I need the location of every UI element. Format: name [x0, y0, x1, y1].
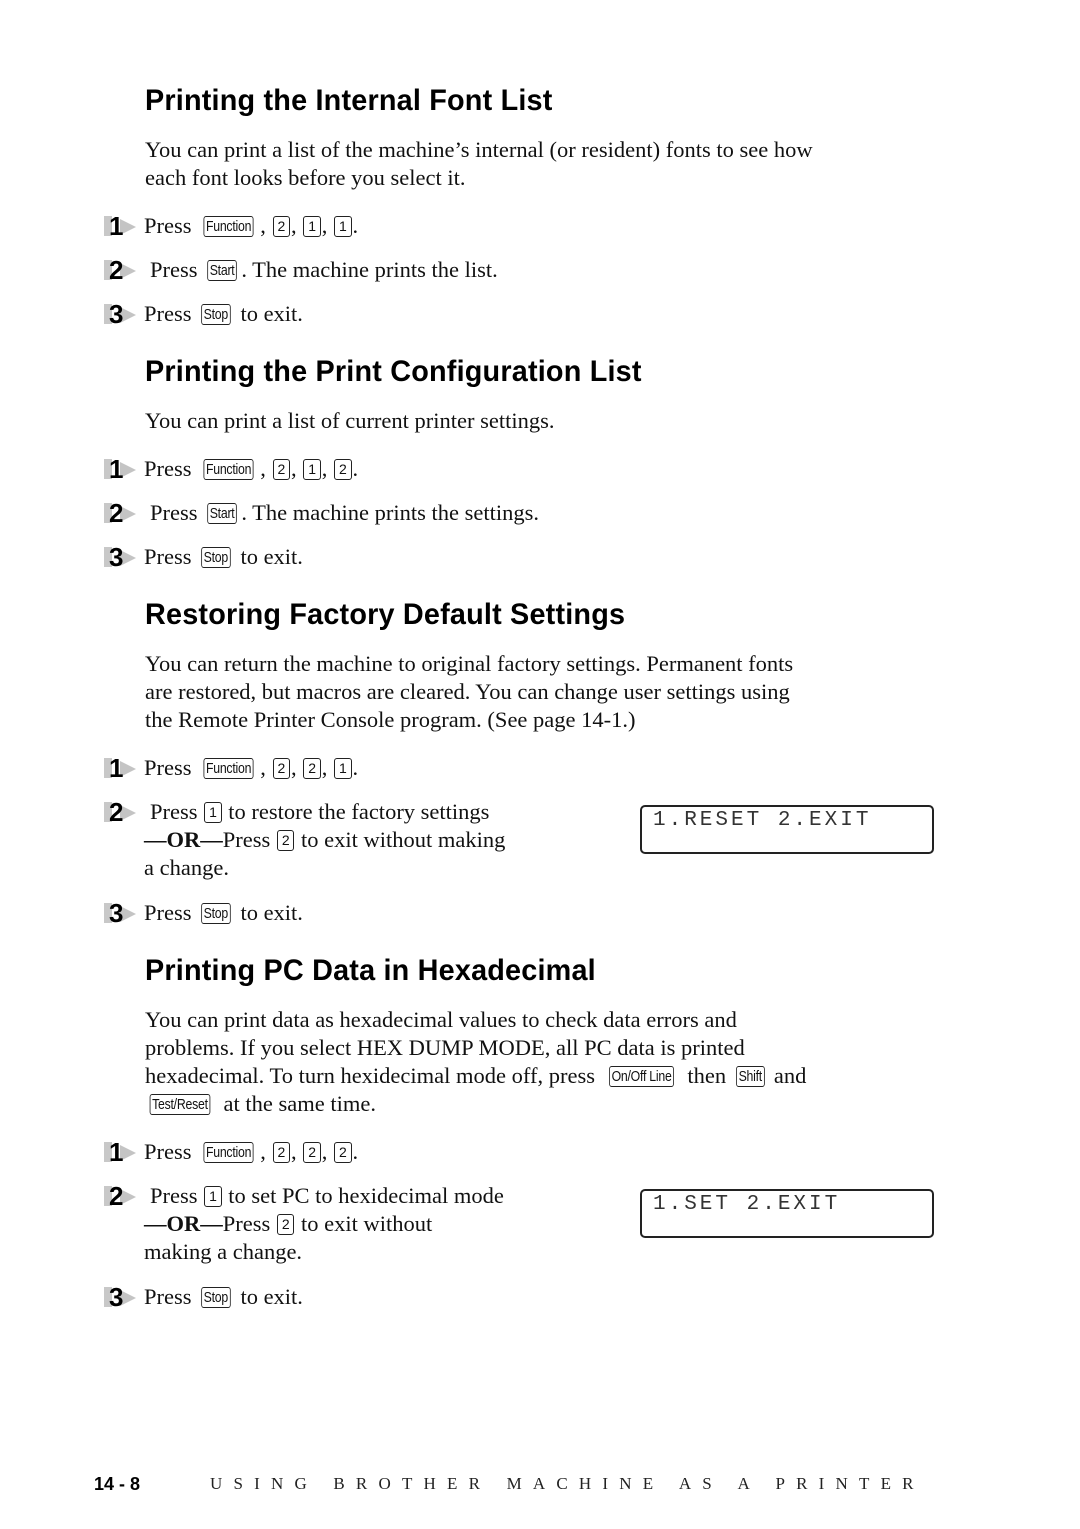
- step-marker-icon: 3: [104, 299, 140, 329]
- step-text: Press Stop to exit.: [144, 301, 303, 326]
- key-2: 2: [272, 758, 291, 779]
- key-function: Function: [203, 459, 254, 480]
- key-1: 1: [303, 216, 321, 237]
- step-2: 2 Press Start. The machine prints the se…: [104, 498, 944, 529]
- intro-line: each font looks before you select it.: [145, 165, 466, 190]
- heading-restoring-factory-defaults: Restoring Factory Default Settings: [145, 598, 626, 631]
- step-marker-icon: 3: [104, 542, 140, 572]
- key-2: 2: [272, 216, 291, 237]
- intro-line: You can print data as hexadecimal values…: [145, 1007, 737, 1032]
- step-text: Press Stop to exit.: [144, 544, 303, 569]
- key-2: 2: [276, 1214, 295, 1235]
- key-function: Function: [203, 758, 254, 779]
- step-text-line-2: —OR—Press 2 to exit without making: [144, 827, 506, 852]
- step-1: 1 Press Function, 2, 2, 1.: [104, 753, 944, 784]
- heading-print-configuration-list: Printing the Print Configuration List: [145, 355, 642, 388]
- or-separator: —OR—: [144, 1211, 223, 1236]
- key-1: 1: [204, 802, 222, 823]
- key-start: Start: [207, 260, 238, 281]
- step-marker-icon: 2: [104, 797, 140, 827]
- intro-line: You can print a list of current printer …: [145, 408, 555, 433]
- step-3: 3 Press Stop to exit.: [104, 299, 944, 330]
- intro-line: You can return the machine to original f…: [145, 651, 794, 676]
- lcd-text: 1.SET 2.EXIT: [653, 1193, 841, 1216]
- lcd-display: 1.SET 2.EXIT: [640, 1189, 934, 1238]
- key-test-reset: Test/Reset: [149, 1094, 211, 1115]
- intro-restoring-factory-defaults: You can return the machine to original f…: [145, 650, 945, 734]
- step-2: 2 Press Start. The machine prints the li…: [104, 255, 944, 286]
- key-2: 2: [303, 1142, 321, 1163]
- or-separator: —OR—: [144, 827, 223, 852]
- chapter-title: USING BROTHER MACHINE AS A PRINTER: [210, 1474, 925, 1493]
- key-1: 1: [303, 459, 321, 480]
- key-stop: Stop: [201, 903, 231, 924]
- key-stop: Stop: [201, 304, 231, 325]
- step-1: 1 Press Function, 2, 1, 1.: [104, 211, 944, 242]
- key-2: 2: [276, 830, 295, 851]
- key-1: 1: [334, 216, 352, 237]
- intro-line: problems. If you select HEX DUMP MODE, a…: [145, 1035, 745, 1060]
- step-marker-icon: 1: [104, 753, 140, 783]
- intro-line: the Remote Printer Console program. (See…: [145, 707, 636, 732]
- step-text-line-3: a change.: [144, 855, 229, 880]
- step-text-line-1: Press 1 to set PC to hexidecimal mode: [150, 1183, 504, 1208]
- step-marker-icon: 3: [104, 898, 140, 928]
- intro-line: hexadecimal. To turn hexidecimal mode of…: [145, 1063, 595, 1088]
- lcd-display: 1.RESET 2.EXIT: [640, 805, 934, 854]
- key-stop: Stop: [201, 1287, 231, 1308]
- step-marker-icon: 2: [104, 498, 140, 528]
- key-start: Start: [207, 503, 238, 524]
- step-text: Press Function, 2, 2, 1.: [144, 755, 359, 780]
- key-shift: Shift: [735, 1066, 765, 1087]
- intro-line: You can print a list of the machine’s in…: [145, 137, 813, 162]
- step-text: Press Start. The machine prints the list…: [150, 257, 498, 282]
- step-marker-icon: 1: [104, 211, 140, 241]
- manual-page: Printing the Internal Font List You can …: [0, 0, 1080, 1529]
- step-text: Press Function, 2, 1, 1.: [144, 213, 359, 238]
- step-marker-icon: 2: [104, 255, 140, 285]
- intro-internal-font-list: You can print a list of the machine’s in…: [145, 136, 945, 192]
- key-2: 2: [272, 1142, 291, 1163]
- step-text-line-1: Press 1 to restore the factory settings: [150, 799, 490, 824]
- intro-pc-data-hexadecimal: You can print data as hexadecimal values…: [145, 1007, 807, 1116]
- step-1: 1 Press Function, 2, 1, 2.: [104, 454, 944, 485]
- step-text-line-3: making a change.: [144, 1239, 303, 1264]
- key-2: 2: [334, 1142, 352, 1163]
- step-text: Press Start. The machine prints the sett…: [150, 500, 539, 525]
- heading-internal-font-list: Printing the Internal Font List: [145, 84, 553, 117]
- step-marker-icon: 1: [104, 454, 140, 484]
- step-marker-icon: 3: [104, 1282, 140, 1312]
- step-3: 3 Press Stop to exit.: [104, 1282, 944, 1313]
- key-2: 2: [303, 758, 321, 779]
- page-footer: 14 - 8 USING BROTHER MACHINE AS A PRINTE…: [94, 1474, 994, 1498]
- key-stop: Stop: [201, 547, 231, 568]
- step-text: Press Stop to exit.: [144, 900, 303, 925]
- step-3: 3 Press Stop to exit.: [104, 898, 944, 929]
- key-2: 2: [334, 459, 352, 480]
- key-on-off-line: On/Off Line: [608, 1066, 674, 1087]
- step-marker-icon: 1: [104, 1137, 140, 1167]
- key-1: 1: [204, 1186, 222, 1207]
- step-text: Press Function, 2, 2, 2.: [144, 1139, 359, 1164]
- step-marker-icon: 2: [104, 1181, 140, 1211]
- step-text-line-2: —OR—Press 2 to exit without: [144, 1211, 433, 1236]
- lcd-text: 1.RESET 2.EXIT: [653, 809, 872, 832]
- step-text: Press Function, 2, 1, 2.: [144, 456, 359, 481]
- heading-pc-data-hexadecimal: Printing PC Data in Hexadecimal: [145, 954, 596, 987]
- intro-line: at the same time.: [223, 1091, 376, 1116]
- page-number: 14 - 8: [94, 1474, 141, 1494]
- intro-line: are restored, but macros are cleared. Yo…: [145, 679, 790, 704]
- step-text: Press Stop to exit.: [144, 1284, 303, 1309]
- intro-print-configuration-list: You can print a list of current printer …: [145, 407, 945, 435]
- key-function: Function: [203, 216, 254, 237]
- key-1: 1: [334, 758, 352, 779]
- step-3: 3 Press Stop to exit.: [104, 542, 944, 573]
- key-2: 2: [272, 459, 291, 480]
- step-1: 1 Press Function, 2, 2, 2.: [104, 1137, 944, 1168]
- key-function: Function: [203, 1142, 254, 1163]
